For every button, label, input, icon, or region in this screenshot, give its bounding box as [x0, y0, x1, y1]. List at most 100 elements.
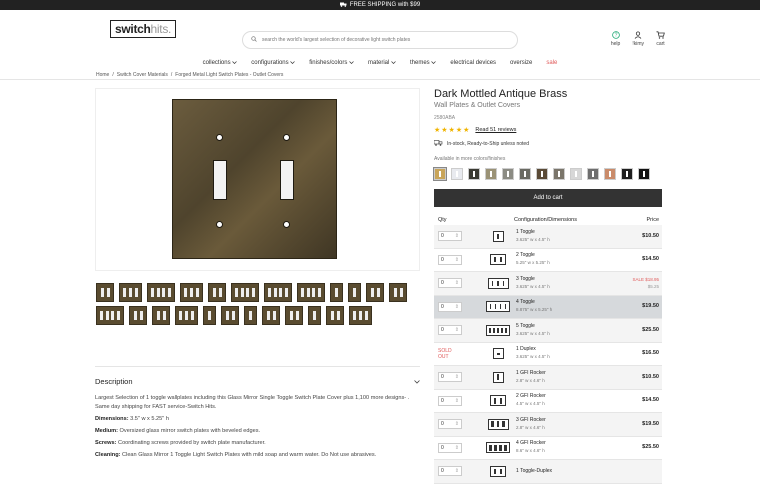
add-to-cart-button[interactable]: Add to cart: [434, 189, 662, 207]
finish-swatch[interactable]: [502, 168, 514, 180]
search-input[interactable]: [262, 37, 502, 43]
description-heading: Description: [95, 377, 133, 386]
quantity-stepper[interactable]: 0 ⇕: [438, 231, 462, 242]
product-sku: 2580ABA: [434, 115, 456, 121]
config-row[interactable]: 0 ⇕ 2 Toggle 5.25" w x 5.25" h $14.50: [434, 249, 662, 272]
thumbnail[interactable]: [264, 283, 292, 302]
finish-swatch[interactable]: [638, 168, 650, 180]
config-row[interactable]: 0 ⇕ 4 GFI Rocker 8.6" w x 4.6" h $25.50: [434, 437, 662, 460]
stepper-arrows-icon: ⇕: [454, 280, 459, 287]
configuration-name: 3 GFI Rocker: [516, 416, 546, 423]
thumbnail[interactable]: [285, 306, 303, 325]
spec-value: Clean Glass Mirror 1 Toggle Light Switch…: [120, 452, 377, 458]
breadcrumb-item[interactable]: Switch Cover Materials: [117, 72, 168, 78]
nav-item-collections[interactable]: collections: [203, 60, 238, 66]
config-row[interactable]: 0 ⇕ 5 Toggle 3.625" w x 4.5" h $25.50: [434, 319, 662, 343]
configuration-dimensions: 8.6" w x 4.6" h: [516, 448, 545, 454]
thumbnail[interactable]: [152, 306, 170, 325]
price-cell: $25.50: [642, 444, 662, 451]
config-row[interactable]: 0 ⇕ 3 Toggle 3.625" w x 4.5" h SALE $18.95 $5…: [434, 272, 662, 296]
price-cell: SALE $18.95 $5.25: [632, 276, 662, 290]
finish-swatch[interactable]: [468, 168, 480, 180]
config-row[interactable]: 0 ⇕ 2 GFI Rocker 4.5" w x 4.5" h $14.50: [434, 390, 662, 413]
thumbnail[interactable]: [221, 306, 239, 325]
finish-swatch[interactable]: [519, 168, 531, 180]
thumbnail[interactable]: [203, 306, 216, 325]
help-link[interactable]: ? help: [611, 30, 620, 47]
configuration-info: 3 GFI Rocker 2.8" w x 4.6" h: [516, 417, 606, 432]
thumbnail[interactable]: [96, 306, 124, 325]
chevron-down-icon[interactable]: [414, 377, 420, 386]
stepper-arrows-icon: ⇕: [454, 468, 459, 475]
breadcrumb-item[interactable]: Home: [96, 72, 109, 78]
quantity-stepper[interactable]: 0 ⇕: [438, 301, 462, 312]
finish-swatch[interactable]: [451, 168, 463, 180]
finish-swatch[interactable]: [621, 168, 633, 180]
plate-configuration-icon: [486, 348, 510, 360]
nav-item-themes[interactable]: themes: [410, 60, 437, 66]
quantity-stepper[interactable]: 0 ⇕: [438, 254, 462, 265]
rating: ★★★★★ Read 51 reviews: [434, 126, 662, 134]
account-link[interactable]: !kimy: [632, 30, 644, 47]
thumbnail[interactable]: [96, 283, 114, 302]
thumbnail[interactable]: [129, 306, 147, 325]
nav-item-material[interactable]: material: [368, 60, 396, 66]
quantity-stepper[interactable]: 0 ⇕: [438, 325, 462, 336]
thumbnail[interactable]: [231, 283, 259, 302]
thumbnail[interactable]: [349, 306, 372, 325]
finish-swatch[interactable]: [485, 168, 497, 180]
thumbnail[interactable]: [119, 283, 142, 302]
header-divider: [0, 79, 760, 80]
finish-swatch[interactable]: [433, 167, 447, 181]
reviews-link[interactable]: Read 51 reviews: [475, 127, 516, 133]
nav-item-electricaldevices[interactable]: electrical devices: [450, 60, 496, 66]
nav-item-configurations[interactable]: configurations: [251, 60, 296, 66]
sale-price: SALE $18.95: [632, 277, 659, 283]
config-row[interactable]: SOLD OUT 1 Duplex 3.625" w x 4.5" h $16.50: [434, 343, 662, 366]
thumbnail[interactable]: [348, 283, 361, 302]
nav-item-sale[interactable]: sale: [546, 60, 557, 66]
thumbnail[interactable]: [366, 283, 384, 302]
quantity-stepper[interactable]: 0 ⇕: [438, 419, 462, 430]
quantity-stepper[interactable]: 0 ⇕: [438, 372, 462, 383]
thumbnail[interactable]: [330, 283, 343, 302]
finish-swatch[interactable]: [536, 168, 548, 180]
config-table: 0 ⇕ 1 Toggle 3.625" w x 4.5" h $10.50 0 ⇕ 2 Tog…: [434, 225, 662, 484]
thumbnail[interactable]: [175, 306, 198, 325]
finish-swatch[interactable]: [553, 168, 565, 180]
thumbnail[interactable]: [389, 283, 407, 302]
config-row[interactable]: 0 ⇕ 4 Toggle 8.875" w x 5.25" h $19.50: [434, 295, 662, 319]
finish-swatch[interactable]: [587, 168, 599, 180]
nav-item-finishescolors[interactable]: finishes/colors: [309, 60, 354, 66]
finish-swatch[interactable]: [604, 168, 616, 180]
cart-link[interactable]: cart: [656, 30, 665, 47]
logo-text-2: hits.: [150, 22, 172, 36]
config-row[interactable]: 0 ⇕ 1 Toggle 3.625" w x 4.5" h $10.50: [434, 225, 662, 249]
thumbnail[interactable]: [262, 306, 280, 325]
price-value: $25.50: [642, 326, 659, 333]
thumbnail[interactable]: [326, 306, 344, 325]
quantity-stepper[interactable]: 0 ⇕: [438, 278, 462, 289]
thumbnail[interactable]: [244, 306, 257, 325]
price-header: Price: [646, 217, 659, 223]
search-bar[interactable]: [242, 31, 518, 49]
truck-icon: [339, 2, 347, 9]
configuration-name: 2 Toggle: [516, 252, 535, 259]
thumbnail[interactable]: [297, 283, 325, 302]
config-row[interactable]: 0 ⇕ 1 Toggle-Duplex: [434, 460, 662, 484]
thumbnail[interactable]: [308, 306, 321, 325]
quantity-stepper[interactable]: 0 ⇕: [438, 395, 462, 406]
thumbnail[interactable]: [180, 283, 203, 302]
description-header[interactable]: Description: [95, 366, 420, 394]
thumbnail[interactable]: [208, 283, 226, 302]
config-row[interactable]: 0 ⇕ 1 GFI Rocker 2.8" w x 4.6" h $10.50: [434, 366, 662, 390]
thumbnail[interactable]: [147, 283, 175, 302]
nav-item-oversize[interactable]: oversize: [510, 60, 532, 66]
finish-swatch[interactable]: [570, 168, 582, 180]
configuration-name: 4 GFI Rocker: [516, 440, 546, 447]
site-logo[interactable]: switchhits.: [110, 20, 177, 38]
spec-value: 3.5" w x 5.25" h: [128, 416, 169, 422]
quantity-stepper[interactable]: 0 ⇕: [438, 442, 462, 453]
breadcrumb-item[interactable]: Forged Metal Light Switch Plates - Outle…: [175, 72, 283, 78]
config-row[interactable]: 0 ⇕ 3 GFI Rocker 2.8" w x 4.6" h $19.50: [434, 413, 662, 437]
